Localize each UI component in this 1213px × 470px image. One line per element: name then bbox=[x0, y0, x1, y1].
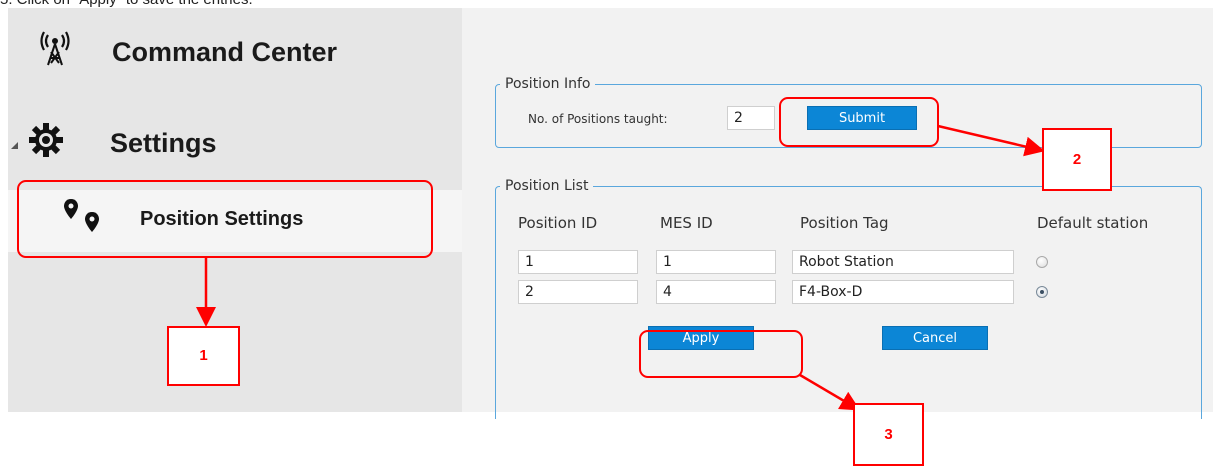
highlight-apply bbox=[639, 330, 803, 378]
collapse-arrow-icon bbox=[10, 136, 20, 155]
sidebar-item-label: Command Center bbox=[112, 37, 338, 67]
position-id-field[interactable]: 1 bbox=[518, 250, 638, 274]
column-header: Default station bbox=[1037, 214, 1149, 232]
position-tag-field[interactable]: F4-Box-D bbox=[792, 280, 1014, 304]
mes-id-field[interactable]: 4 bbox=[656, 280, 776, 304]
sidebar-item-label: Settings bbox=[110, 128, 217, 158]
default-station-radio[interactable] bbox=[1036, 256, 1048, 268]
positions-count-label: No. of Positions taught: bbox=[528, 112, 668, 126]
column-header: Position ID bbox=[518, 214, 598, 232]
antenna-tower-icon bbox=[40, 30, 70, 70]
position-tag-field[interactable]: Robot Station bbox=[792, 250, 1014, 274]
position-id-field[interactable]: 2 bbox=[518, 280, 638, 304]
cancel-button[interactable]: Cancel bbox=[882, 326, 988, 350]
sidebar-item-command-center[interactable]: Command Center bbox=[8, 8, 462, 94]
column-header: MES ID bbox=[660, 214, 713, 232]
main-panel: Position Info No. of Positions taught: 2… bbox=[462, 8, 1213, 419]
sidebar-item-settings[interactable]: Settings bbox=[8, 100, 462, 190]
highlight-position-settings bbox=[17, 180, 433, 258]
positions-count-input[interactable]: 2 bbox=[727, 106, 775, 130]
step-marker-3: 3 bbox=[853, 403, 924, 466]
gear-icon bbox=[28, 122, 64, 162]
default-station-radio[interactable] bbox=[1036, 286, 1048, 298]
mes-id-field[interactable]: 1 bbox=[656, 250, 776, 274]
position-list-group: Position List Position ID MES ID Positio… bbox=[495, 178, 1202, 419]
instruction-text: 5. Click on “Apply” to save the entries. bbox=[0, 0, 253, 8]
column-header: Position Tag bbox=[800, 214, 889, 232]
step-marker-2: 2 bbox=[1042, 128, 1112, 191]
step-marker-1: 1 bbox=[167, 326, 240, 386]
position-info-legend: Position Info bbox=[505, 76, 591, 92]
position-list-legend: Position List bbox=[505, 178, 589, 194]
highlight-submit bbox=[779, 97, 939, 147]
